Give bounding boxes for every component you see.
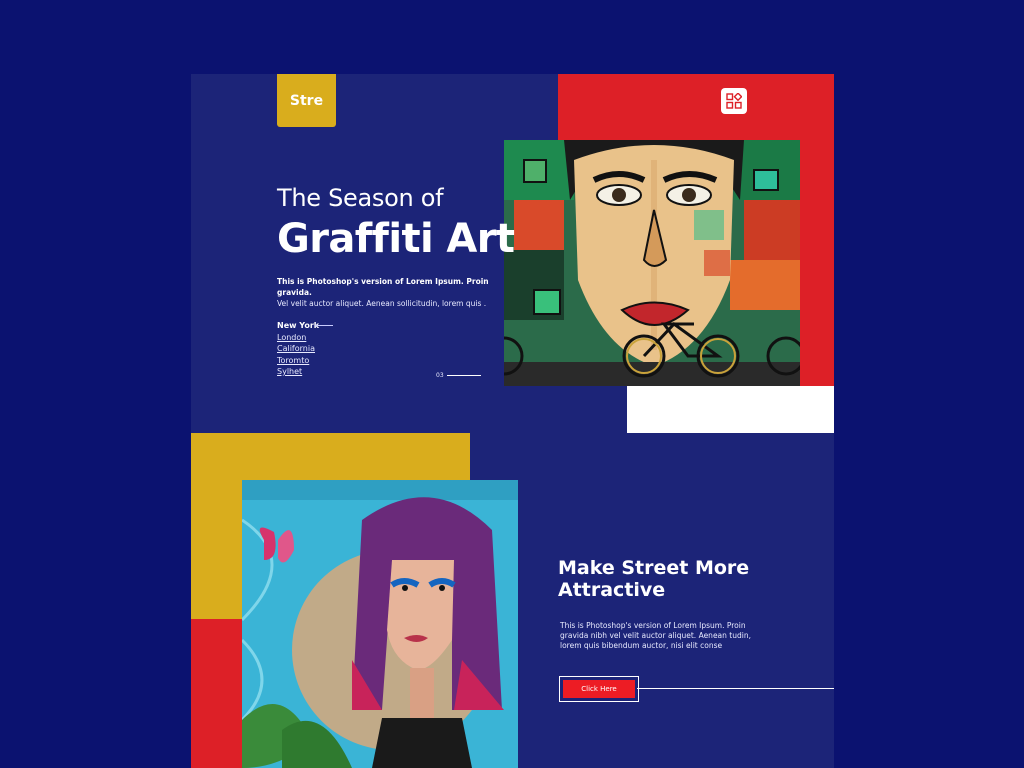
- graffiti-mural-image: [504, 140, 800, 386]
- red-accent-block-bottom: [191, 619, 242, 768]
- cta-divider-line: [637, 688, 834, 689]
- location-new-york[interactable]: New York: [277, 320, 319, 332]
- brand-logo[interactable]: Stre: [277, 74, 336, 127]
- slide-counter: 03: [436, 372, 444, 379]
- hero-title: Graffiti Art: [277, 216, 515, 262]
- landing-page: Stre The Season of Graffiti Art This is …: [191, 74, 834, 768]
- section-title: Make Street More Attractive: [558, 557, 788, 601]
- woman-portrait-illustration: [242, 480, 518, 768]
- section-title-line1: Make Street More: [558, 557, 750, 579]
- hero-desc-line2: Vel velit auctor aliquet. Aenean sollici…: [277, 299, 487, 308]
- section-description: This is Photoshop's version of Lorem Ips…: [560, 621, 751, 650]
- grid-menu-icon: [726, 93, 742, 109]
- hero-kicker: The Season of: [277, 184, 444, 212]
- location-list: New York London California Toromto Sylhe…: [277, 320, 333, 378]
- location-california[interactable]: California: [277, 343, 319, 355]
- slide-progress-line: [447, 375, 481, 376]
- location-london[interactable]: London: [277, 332, 319, 344]
- active-location-line: [315, 325, 333, 326]
- location-sylhet[interactable]: Sylhet: [277, 366, 319, 378]
- hero-description: This is Photoshop's version of Lorem Ips…: [277, 276, 497, 309]
- hero-desc-line1: This is Photoshop's version of Lorem Ips…: [277, 277, 489, 297]
- click-here-button[interactable]: Click Here: [559, 676, 639, 702]
- white-accent-block: [627, 386, 834, 433]
- graffiti-face-illustration: [504, 140, 800, 386]
- grid-menu-button[interactable]: [721, 88, 747, 114]
- woman-mural-image: [242, 480, 518, 768]
- click-here-label: Click Here: [563, 680, 635, 698]
- location-toromto[interactable]: Toromto: [277, 355, 319, 367]
- section-title-line2: Attractive: [558, 579, 666, 601]
